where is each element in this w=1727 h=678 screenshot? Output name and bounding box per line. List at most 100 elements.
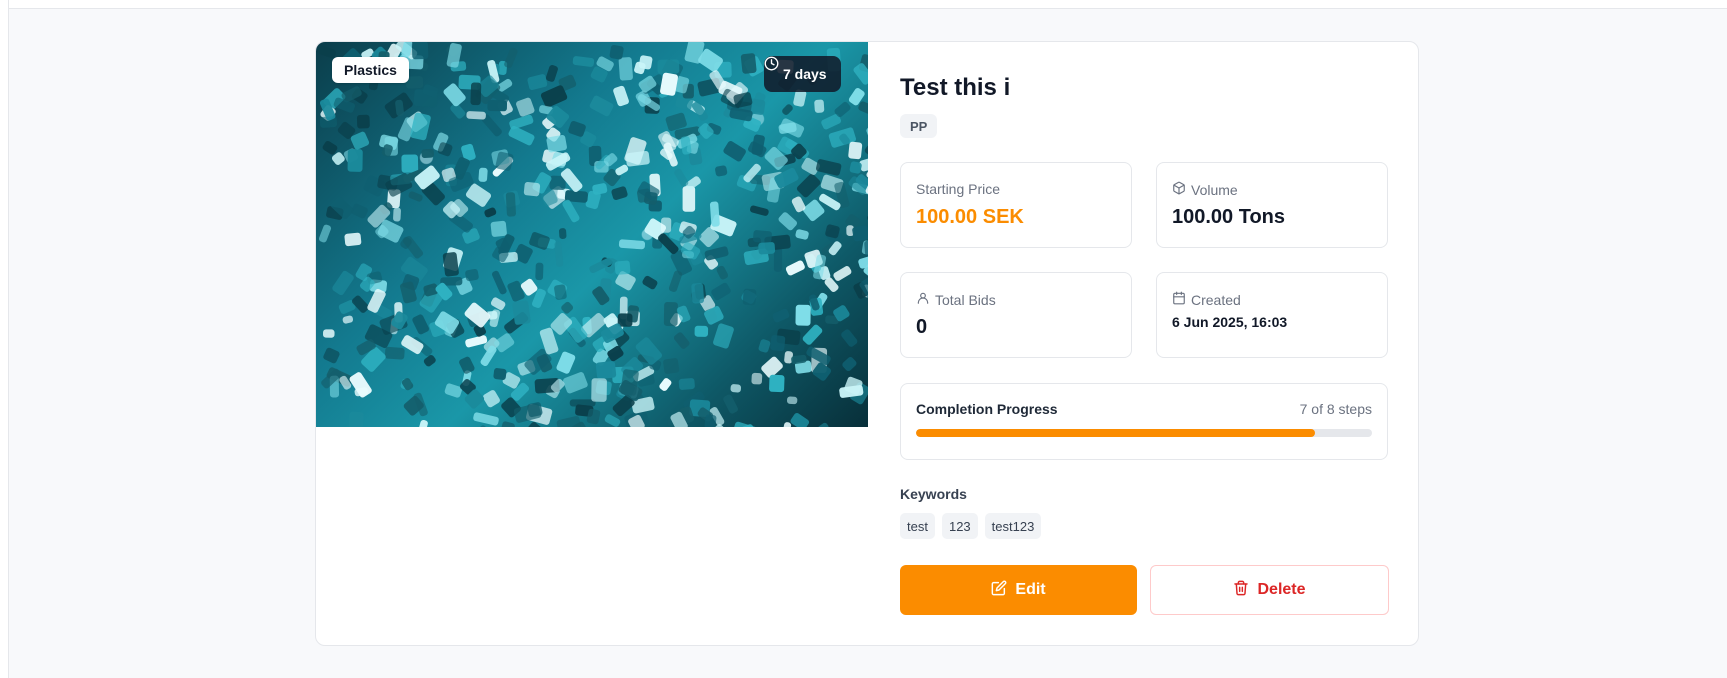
pellet-shape (704, 246, 729, 261)
pellet-shape (841, 329, 858, 347)
pellet-shape (349, 372, 372, 398)
pellet-shape (796, 173, 821, 198)
pellet-shape (491, 270, 507, 295)
pellet-shape (442, 252, 459, 277)
pellet-shape (668, 270, 683, 292)
pellet-shape (642, 275, 658, 290)
calendar-icon (1172, 291, 1186, 308)
pellet-shape (545, 65, 558, 82)
pellet-shape (704, 414, 717, 427)
pellet-shape (657, 59, 680, 74)
keywords-list: test 123 test123 (900, 513, 1042, 539)
pellet-shape (715, 165, 728, 177)
pellet-shape (408, 191, 423, 202)
pellet-shape (317, 45, 336, 59)
pellet-shape (659, 378, 672, 391)
pellet-shape (416, 419, 428, 427)
pellet-shape (482, 390, 500, 408)
starting-price-value: 100.00 SEK (916, 206, 1024, 228)
pellet-shape (516, 97, 535, 117)
pellet-shape (401, 378, 414, 391)
progress-steps-text: 7 of 8 steps (1299, 401, 1372, 417)
pellet-shape (490, 297, 506, 311)
pellet-shape (348, 411, 364, 427)
top-bar (0, 0, 1727, 9)
pellet-shape (625, 150, 650, 167)
pellet-shape (611, 186, 628, 201)
pellet-shape (852, 225, 868, 242)
pellet-shape (848, 141, 863, 160)
pellet-shape (833, 266, 852, 281)
pellet-shape (785, 260, 805, 276)
pellet-shape (421, 148, 434, 158)
pellet-shape (512, 300, 531, 325)
pellet-shape (751, 372, 763, 385)
pellet-shape (786, 396, 798, 405)
pellet-shape (556, 351, 576, 374)
pellet-shape (660, 72, 679, 96)
pellet-shape (682, 186, 696, 212)
pellet-shape (478, 167, 488, 182)
pellet-shape (716, 265, 729, 280)
pellet-shape (490, 220, 507, 237)
pellet-shape (779, 118, 805, 138)
pellet-shape (591, 378, 607, 402)
pellet-shape (618, 239, 646, 250)
pellet-shape (323, 347, 340, 364)
pellet-shape (505, 192, 516, 217)
pellet-shape (464, 302, 491, 328)
pellet-shape (709, 201, 720, 227)
plastic-pellets-image (317, 42, 868, 427)
trash-icon (1233, 580, 1249, 601)
pellet-shape (758, 339, 771, 353)
pellet-shape (713, 323, 734, 349)
pellet-shape (508, 125, 535, 146)
pellet-shape (347, 149, 363, 172)
pellet-shape (412, 314, 429, 335)
user-icon (916, 291, 930, 308)
edit-button[interactable]: Edit (900, 565, 1137, 615)
pellet-shape (842, 357, 857, 372)
delete-button-label: Delete (1257, 581, 1306, 598)
pellet-shape (742, 288, 757, 306)
pellet-shape (546, 134, 567, 153)
material-tag: PP (900, 114, 938, 138)
pellet-shape (322, 140, 338, 155)
pellet-shape (487, 100, 508, 112)
listing-card: Plastics 7 days Test this i PP Starting … (315, 41, 1419, 646)
pellet-shape (678, 378, 695, 390)
starting-price-card: Starting Price 100.00 SEK (900, 162, 1132, 248)
pellet-shape (778, 212, 798, 231)
pellet-shape (814, 99, 825, 113)
pellet-shape (750, 205, 769, 216)
delete-button[interactable]: Delete (1150, 565, 1389, 615)
starting-price-label: Starting Price (916, 181, 1001, 197)
pellet-shape (867, 206, 868, 227)
pellet-shape (444, 383, 463, 398)
pellet-shape (523, 181, 541, 197)
pellet-shape (592, 183, 608, 195)
pellet-shape (663, 302, 678, 327)
pellet-shape (747, 141, 767, 158)
pellet-shape (858, 256, 868, 269)
listing-image: Plastics 7 days (316, 42, 868, 427)
total-bids-value: 0 (916, 316, 928, 338)
listing-title: Test this i (900, 74, 1011, 101)
pellet-shape (559, 228, 567, 239)
pellet-shape (752, 230, 772, 244)
volume-card: Volume 100.00 Tons (1156, 162, 1388, 248)
pellet-shape (723, 141, 746, 162)
pellet-shape (663, 358, 680, 374)
created-card: Created 6 Jun 2025, 16:03 (1156, 272, 1388, 358)
pellet-shape (815, 159, 842, 176)
keyword-chip: 123 (941, 513, 978, 539)
pellet-shape (323, 329, 335, 338)
pellet-shape (795, 229, 809, 240)
time-left-badge: 7 days (764, 56, 841, 92)
volume-label: Volume (1172, 181, 1238, 198)
pellet-shape (554, 241, 564, 267)
pellet-shape (535, 262, 544, 281)
pellet-shape (563, 372, 588, 394)
pellet-shape (466, 111, 486, 120)
pellet-shape (691, 283, 705, 304)
